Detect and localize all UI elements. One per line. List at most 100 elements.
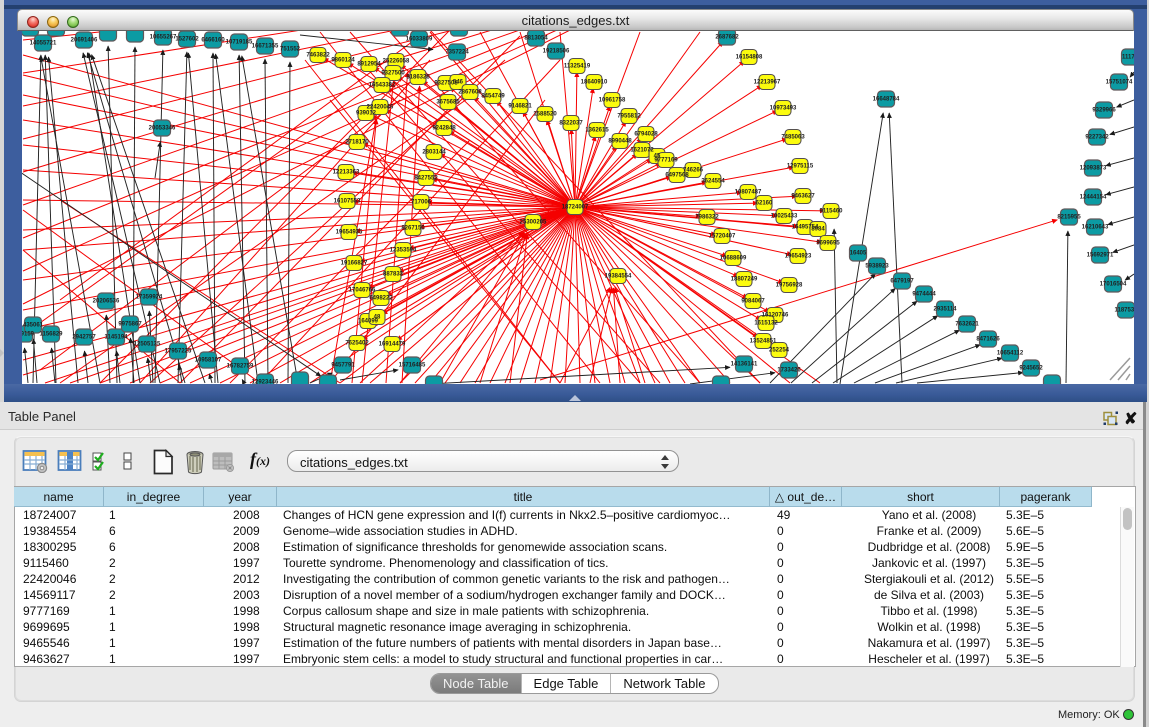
svg-text:8990448: 8990448 [608,139,632,145]
svg-text:25226058: 25226058 [383,59,410,65]
svg-text:17046766: 17046766 [349,288,376,294]
svg-text:7632621: 7632621 [955,322,979,328]
svg-text:13524851: 13524851 [750,339,777,345]
svg-text:12353594: 12353594 [390,248,417,254]
svg-text:20053346: 20053346 [149,126,176,132]
svg-text:8471626: 8471626 [976,337,1000,343]
svg-text:7463822: 7463822 [306,53,330,59]
svg-text:1145194: 1145194 [104,335,128,341]
svg-text:2935114: 2935114 [933,307,957,313]
svg-text:1621072: 1621072 [630,148,654,154]
svg-text:887833: 887833 [383,272,404,278]
svg-text:15720407: 15720407 [709,234,736,240]
svg-text:10655267: 10655267 [150,35,177,41]
svg-text:9227342: 9227342 [1085,135,1109,141]
svg-text:16543382: 16543382 [369,83,396,89]
svg-text:16154808: 16154808 [736,55,763,61]
svg-text:12093873: 12093873 [1080,166,1107,172]
svg-text:8267150: 8267150 [401,226,425,232]
svg-text:7986322: 7986322 [695,215,719,221]
svg-text:16210643: 16210643 [1082,225,1109,231]
svg-text:9327500: 9327500 [381,71,405,77]
svg-text:252254: 252254 [769,348,790,354]
svg-text:17359924: 17359924 [136,295,163,301]
svg-text:8912954: 8912954 [357,62,381,68]
svg-text:8984: 8984 [811,227,825,233]
svg-text:18640910: 18640910 [581,80,608,86]
svg-text:3624554: 3624554 [701,179,725,185]
svg-text:8215955: 8215955 [1057,215,1081,221]
svg-text:1156829: 1156829 [39,332,63,338]
svg-text:12505135: 12505135 [134,342,161,348]
svg-text:9242848: 9242848 [432,126,456,132]
svg-text:9975867: 9975867 [118,322,142,328]
svg-text:8427552: 8427552 [414,176,438,182]
svg-text:17957225: 17957225 [165,349,192,355]
svg-text:22420046: 22420046 [367,105,394,111]
svg-text:16914479: 16914479 [379,342,406,348]
svg-text:5938923: 5938923 [865,264,889,270]
svg-text:12975115: 12975115 [787,164,814,170]
svg-text:10654112: 10654112 [997,351,1024,357]
svg-text:12923446: 12923446 [252,380,279,385]
svg-text:10961758: 10961758 [599,98,626,104]
svg-text:6479197: 6479197 [890,279,914,285]
svg-text:19756928: 19756928 [776,283,803,289]
svg-text:14136141: 14136141 [731,362,758,368]
svg-text:19654923: 19654923 [785,254,812,260]
svg-text:8454749: 8454749 [481,94,505,100]
svg-text:435061: 435061 [23,323,44,329]
svg-text:1615132: 1615132 [754,321,778,327]
svg-text:9146821: 9146821 [508,104,532,110]
svg-text:3675685: 3675685 [436,100,460,106]
svg-text:939012: 939012 [356,111,377,117]
svg-text:8322037: 8322037 [559,121,583,127]
svg-text:6498222: 6498222 [369,296,393,302]
svg-text:1527602: 1527602 [175,37,199,43]
svg-text:10973493: 10973493 [770,106,797,112]
svg-text:746266: 746266 [683,168,704,174]
svg-text:9463627: 9463627 [791,194,815,200]
svg-text:9457791: 9457791 [331,363,355,369]
svg-text:7485063: 7485063 [781,135,805,141]
svg-text:12213363: 12213363 [333,170,360,176]
svg-text:20206536: 20206536 [93,299,120,305]
svg-text:11174: 11174 [1122,55,1134,61]
svg-text:7357224: 7357224 [445,50,469,56]
svg-text:10807487: 10807487 [735,190,762,196]
svg-text:9329966: 9329966 [1092,108,1116,114]
svg-text:15716485: 15716485 [399,363,426,369]
svg-text:19384554: 19384554 [605,274,632,280]
svg-text:16033809: 16033809 [406,37,433,43]
svg-text:15751074: 15751074 [1106,80,1133,86]
svg-text:546: 546 [453,80,464,86]
svg-text:10025433: 10025433 [771,214,798,220]
svg-text:20691406: 20691406 [71,38,98,44]
svg-text:6466160: 6466160 [201,38,225,44]
svg-text:10719185: 10719185 [226,40,253,46]
svg-text:2942757: 2942757 [72,335,96,341]
svg-text:7955812: 7955812 [617,114,641,120]
svg-text:14055721: 14055721 [30,41,57,47]
svg-text:9084067: 9084067 [741,299,765,305]
svg-text:16107553: 16107553 [334,199,361,205]
svg-text:16648784: 16648784 [873,97,900,103]
svg-text:1733426: 1733426 [777,368,801,374]
svg-text:9115460: 9115460 [819,209,843,215]
svg-text:10688609: 10688609 [720,256,747,262]
svg-text:16405: 16405 [850,251,867,257]
svg-text:2867608: 2867608 [458,90,482,96]
svg-text:19654935: 19654935 [336,230,363,236]
svg-text:9860124: 9860124 [331,58,355,64]
svg-text:2687682: 2687682 [715,35,739,41]
svg-text:25300205: 25300205 [520,220,547,226]
svg-text:2803144: 2803144 [422,150,446,156]
svg-text:9777169: 9777169 [654,158,678,164]
svg-text:1187534: 1187534 [1114,308,1134,314]
svg-text:9699695: 9699695 [816,241,840,247]
svg-text:6794028: 6794028 [634,132,658,138]
svg-text:7625402: 7625402 [345,341,369,347]
svg-text:9474444: 9474444 [912,292,936,298]
svg-text:18807249: 18807249 [731,277,758,283]
svg-text:1362615: 1362615 [585,128,609,134]
